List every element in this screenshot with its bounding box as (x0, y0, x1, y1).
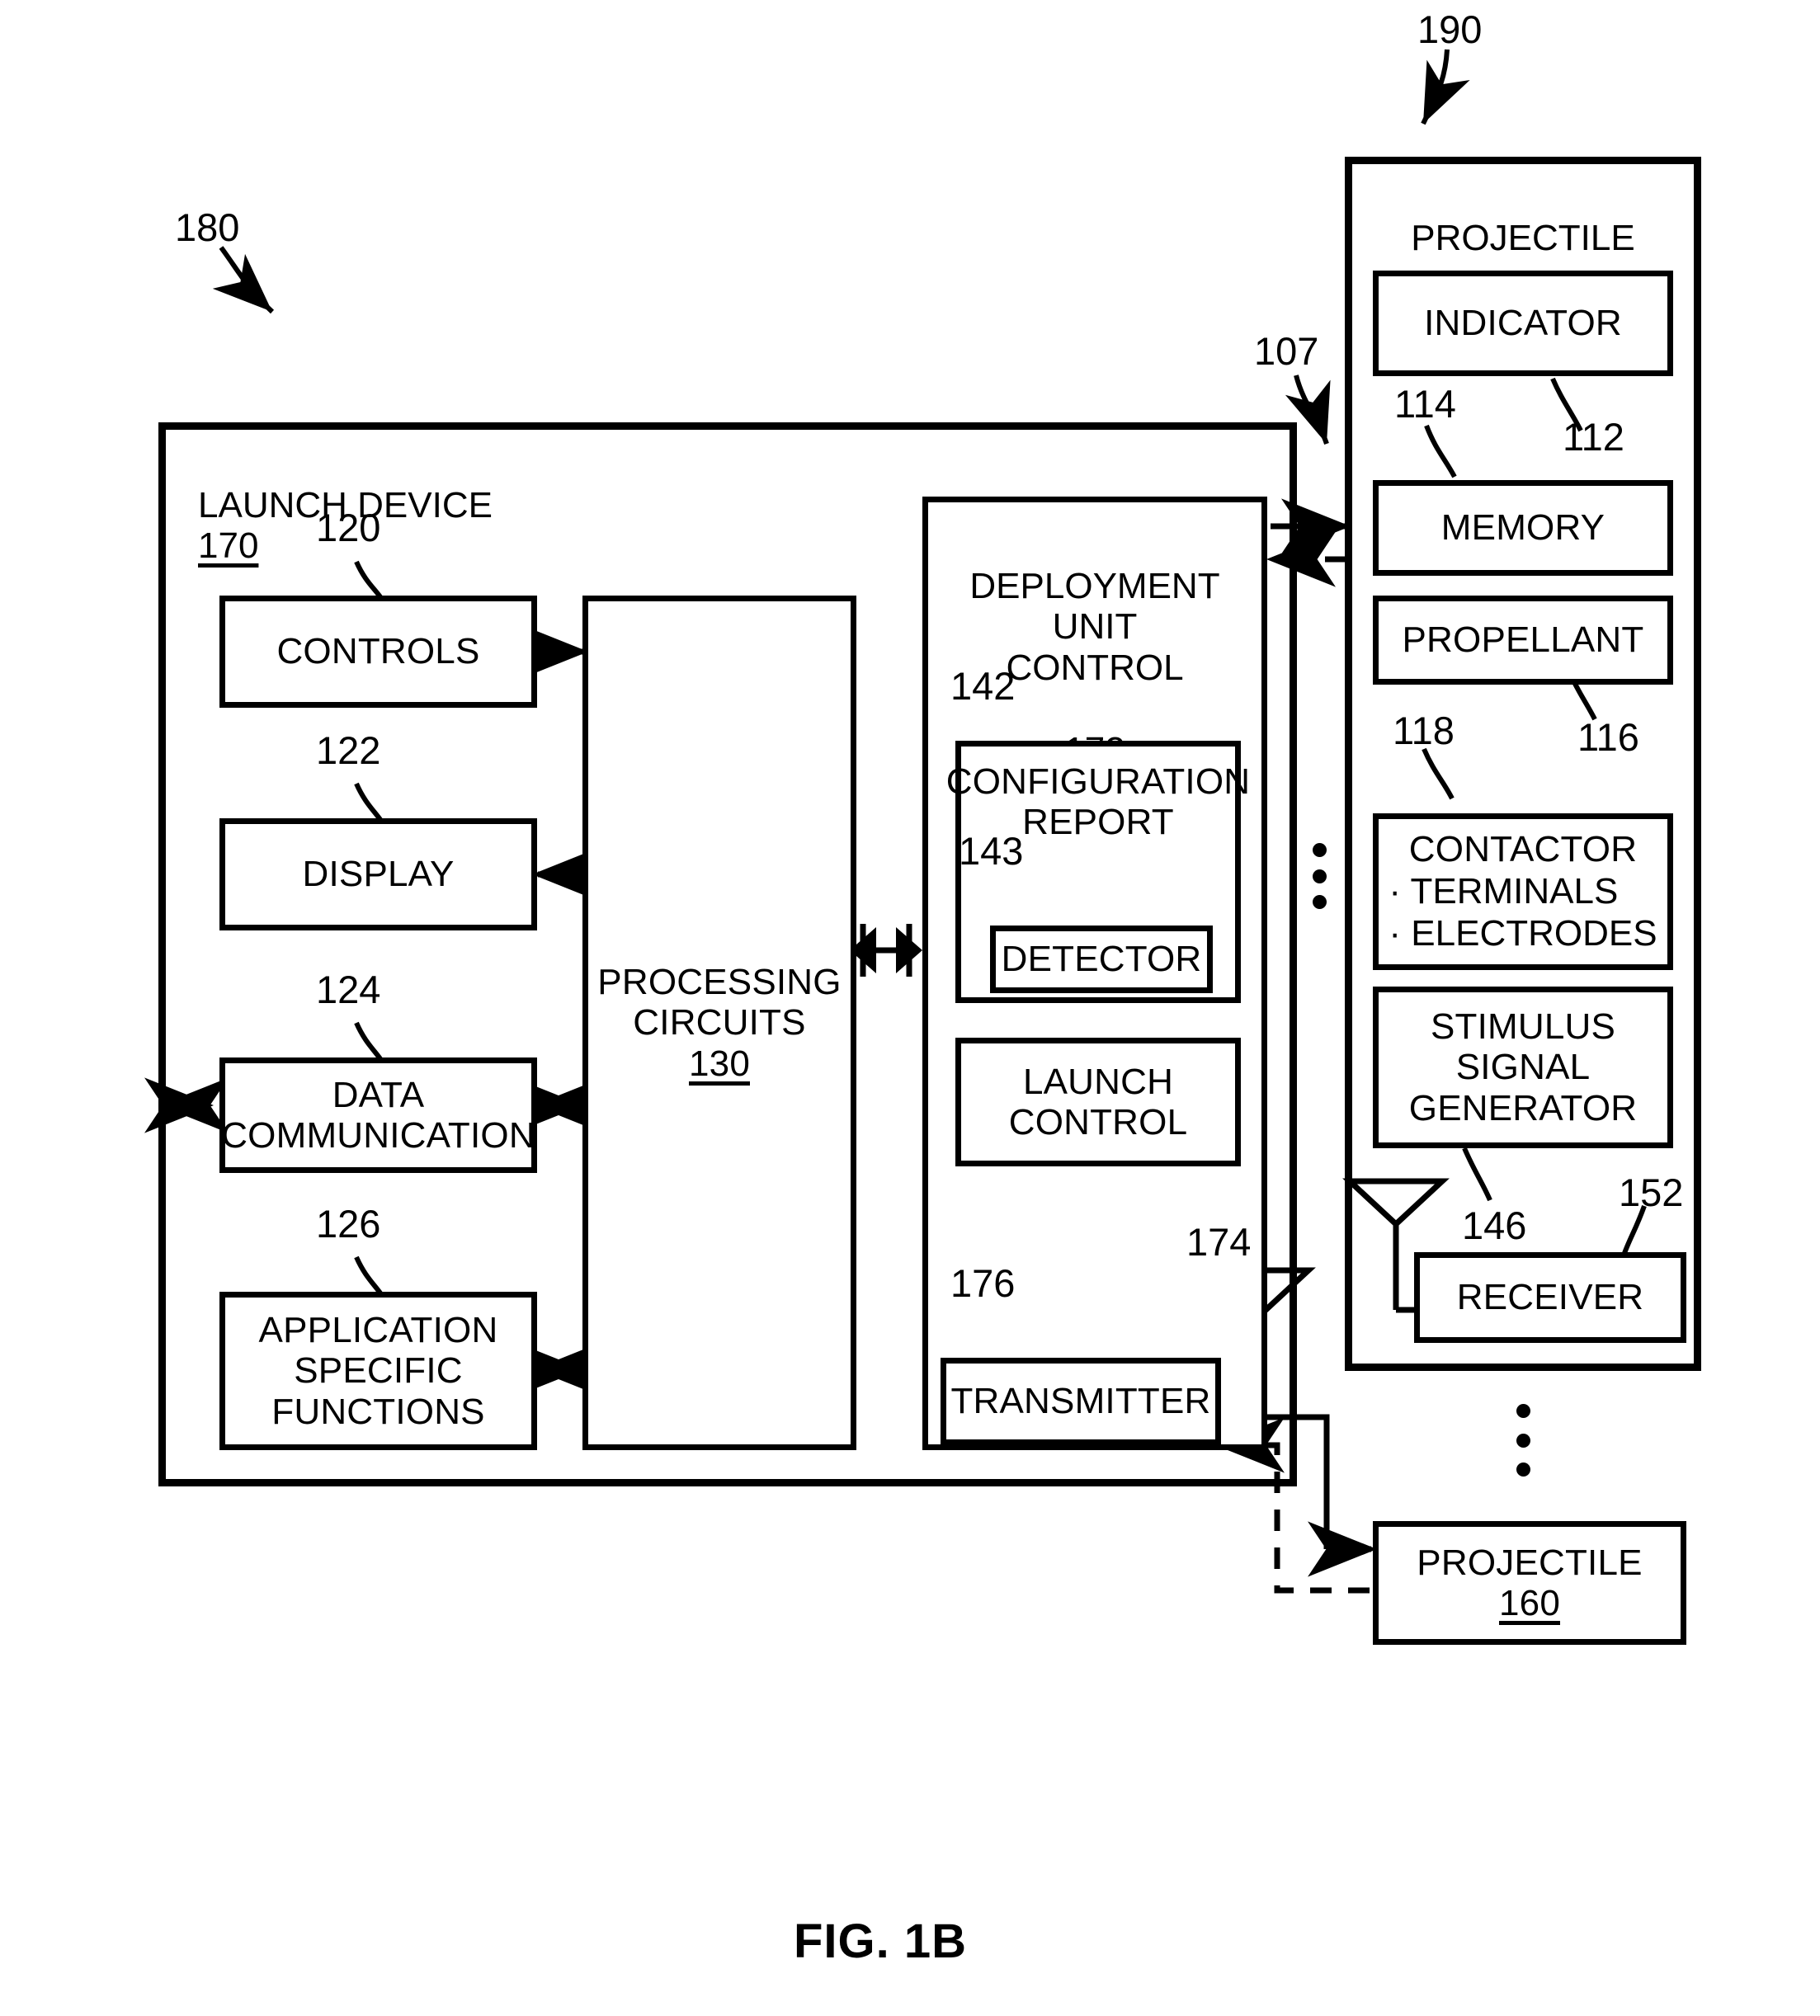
launch-device-title: LAUNCH DEVICE 170 (198, 444, 627, 567)
bullet-dot-icon: · (1389, 912, 1402, 954)
projectile-160-ref: 160 (1498, 1583, 1560, 1623)
application-specific-functions-box[interactable]: APPLICATION SPECIFIC FUNCTIONS (219, 1292, 537, 1450)
ref-112: 112 (1563, 415, 1624, 459)
dot-icon (1516, 1433, 1530, 1448)
propellant-box[interactable]: PROPELLANT (1373, 596, 1673, 685)
contactor-label: CONTACTOR (1408, 829, 1638, 870)
processing-circuits-ref: 130 (688, 1043, 750, 1084)
display-label: DISPLAY (302, 854, 455, 895)
ref-118: 118 (1393, 709, 1455, 752)
detector-box[interactable]: DETECTOR (990, 926, 1213, 993)
bullet-dot-icon: · (1389, 871, 1402, 912)
ref-107: 107 (1254, 329, 1319, 373)
dot-icon (1312, 843, 1327, 857)
dot-icon (1516, 1404, 1530, 1418)
memory-label: MEMORY (1440, 507, 1605, 549)
figure-caption: FIG. 1B (794, 1915, 968, 1968)
ref-146: 146 (1462, 1203, 1527, 1247)
memory-box[interactable]: MEMORY (1373, 480, 1673, 576)
launch-device-ref: 170 (198, 525, 259, 567)
stimulus-signal-generator-box[interactable]: STIMULUS SIGNAL GENERATOR (1373, 987, 1673, 1148)
projectile-160-box[interactable]: PROJECTILE 160 (1373, 1521, 1686, 1645)
contactor-bullet-terminals: · TERMINALS (1389, 871, 1657, 912)
receiver-box[interactable]: RECEIVER (1414, 1252, 1686, 1343)
data-communication-label: DATA COMMUNICATION (221, 1074, 535, 1156)
application-specific-functions-label: APPLICATION SPECIFIC FUNCTIONS (258, 1310, 498, 1432)
processing-circuits-label: PROCESSING CIRCUITS (597, 962, 842, 1043)
controls-box[interactable]: CONTROLS (219, 596, 537, 708)
contactor-box[interactable]: CONTACTOR · TERMINALS · ELECTRODES (1373, 813, 1673, 970)
ellipsis-projectiles (1515, 1404, 1531, 1477)
ref-176: 176 (950, 1261, 1016, 1305)
ref-152: 152 (1619, 1171, 1684, 1214)
transmitter-box[interactable]: TRANSMITTER (941, 1358, 1221, 1445)
propellant-label: PROPELLANT (1402, 619, 1644, 661)
contactor-bullet-terminals-label: TERMINALS (1410, 871, 1619, 912)
processing-circuits-box[interactable]: PROCESSING CIRCUITS 130 (582, 596, 856, 1450)
indicator-box[interactable]: INDICATOR (1373, 271, 1673, 376)
detector-label: DETECTOR (1001, 939, 1202, 980)
transmitter-label: TRANSMITTER (950, 1381, 1211, 1422)
dot-icon (1312, 869, 1327, 883)
ref-120: 120 (316, 506, 381, 549)
receiver-label: RECEIVER (1456, 1277, 1644, 1318)
launch-control-box[interactable]: LAUNCH CONTROL (955, 1038, 1241, 1166)
contactor-bullet-list: · TERMINALS · ELECTRODES (1389, 871, 1657, 954)
ref-142: 142 (950, 664, 1016, 708)
stimulus-signal-generator-label: STIMULUS SIGNAL GENERATOR (1408, 1006, 1638, 1128)
ref-174: 174 (1186, 1220, 1252, 1264)
contactor-bullet-electrodes-label: ELECTRODES (1411, 912, 1657, 954)
projectile-160-title: PROJECTILE (1417, 1542, 1643, 1583)
contactor-bullet-electrodes: · ELECTRODES (1389, 913, 1657, 954)
ref-190: 190 (1417, 7, 1483, 51)
ref-126: 126 (316, 1202, 381, 1246)
ellipsis-link (1311, 843, 1327, 909)
ref-124: 124 (316, 968, 381, 1011)
indicator-label: INDICATOR (1424, 303, 1622, 344)
ref-122: 122 (316, 728, 381, 772)
launch-control-label: LAUNCH CONTROL (1008, 1061, 1188, 1142)
ref-116: 116 (1577, 715, 1639, 759)
deployment-unit-control-title: DEPLOYMENT UNIT CONTROL 172 (922, 525, 1267, 770)
projectile-150-title-text: PROJECTILE (1411, 217, 1635, 258)
ref-180: 180 (175, 205, 240, 249)
dot-icon (1516, 1463, 1530, 1477)
ref-143: 143 (959, 829, 1024, 873)
dot-icon (1312, 895, 1327, 909)
data-communication-box[interactable]: DATA COMMUNICATION (219, 1057, 537, 1173)
display-box[interactable]: DISPLAY (219, 818, 537, 930)
controls-label: CONTROLS (276, 631, 480, 672)
ref-114: 114 (1394, 382, 1456, 426)
figure-canvas: 180 190 107 LAUNCH DEVICE 170 120 CONTRO… (0, 0, 1820, 2016)
